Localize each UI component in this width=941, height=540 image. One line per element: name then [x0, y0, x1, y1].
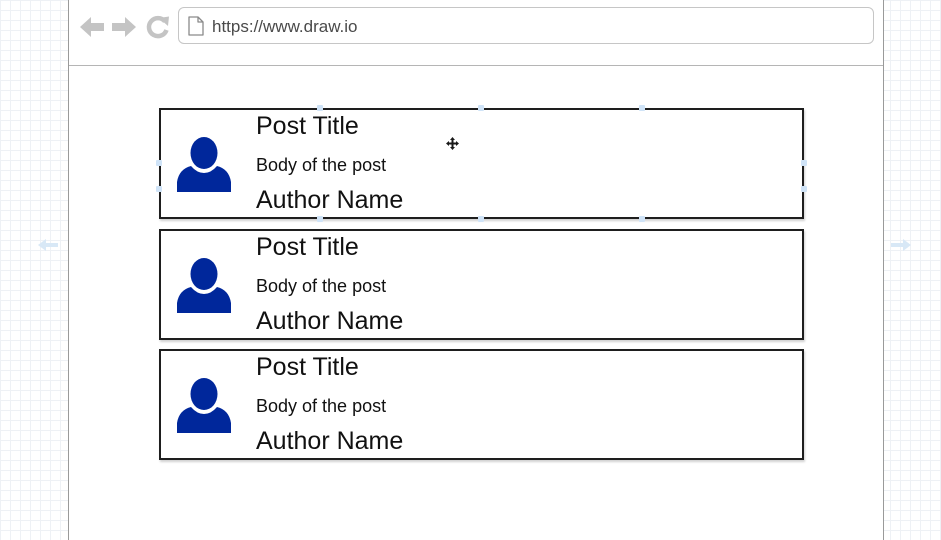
url-text[interactable]: https://www.draw.io [212, 17, 358, 37]
selection-handle[interactable] [801, 160, 807, 166]
forward-arrow-icon[interactable] [111, 14, 137, 40]
selection-handle[interactable] [317, 105, 323, 111]
user-avatar-icon [177, 136, 231, 192]
browser-toolbar: https://www.draw.io [69, 0, 883, 66]
post-card[interactable]: Post Title Body of the post Author Name [159, 229, 804, 340]
selection-handle[interactable] [639, 216, 645, 222]
user-avatar-icon [177, 257, 231, 313]
post-title: Post Title [256, 353, 359, 381]
post-author: Author Name [256, 427, 404, 455]
selection-handle[interactable] [801, 186, 807, 192]
post-card[interactable]: Post Title Body of the post Author Name [159, 349, 804, 460]
post-author: Author Name [256, 186, 404, 214]
selection-handle[interactable] [478, 216, 484, 222]
post-body: Body of the post [256, 276, 387, 296]
right-connect-arrow-icon[interactable] [891, 238, 911, 252]
selection-handle[interactable] [639, 105, 645, 111]
reload-icon[interactable] [145, 14, 171, 40]
user-avatar-icon [177, 377, 231, 433]
post-body: Body of the post [256, 396, 387, 416]
selection-handle[interactable] [478, 105, 484, 111]
selection-handle[interactable] [156, 160, 162, 166]
post-card[interactable]: Post Title Body of the post Author Name [159, 108, 804, 219]
post-title: Post Title [256, 112, 359, 140]
left-connect-arrow-icon[interactable] [38, 238, 58, 252]
post-title: Post Title [256, 233, 359, 261]
selection-handle[interactable] [317, 216, 323, 222]
address-bar[interactable]: https://www.draw.io [178, 7, 874, 44]
page-icon [188, 16, 204, 36]
selection-handle[interactable] [156, 186, 162, 192]
post-author: Author Name [256, 307, 404, 335]
post-body: Body of the post [256, 155, 387, 175]
move-cursor-icon [446, 137, 459, 150]
back-arrow-icon[interactable] [79, 14, 105, 40]
